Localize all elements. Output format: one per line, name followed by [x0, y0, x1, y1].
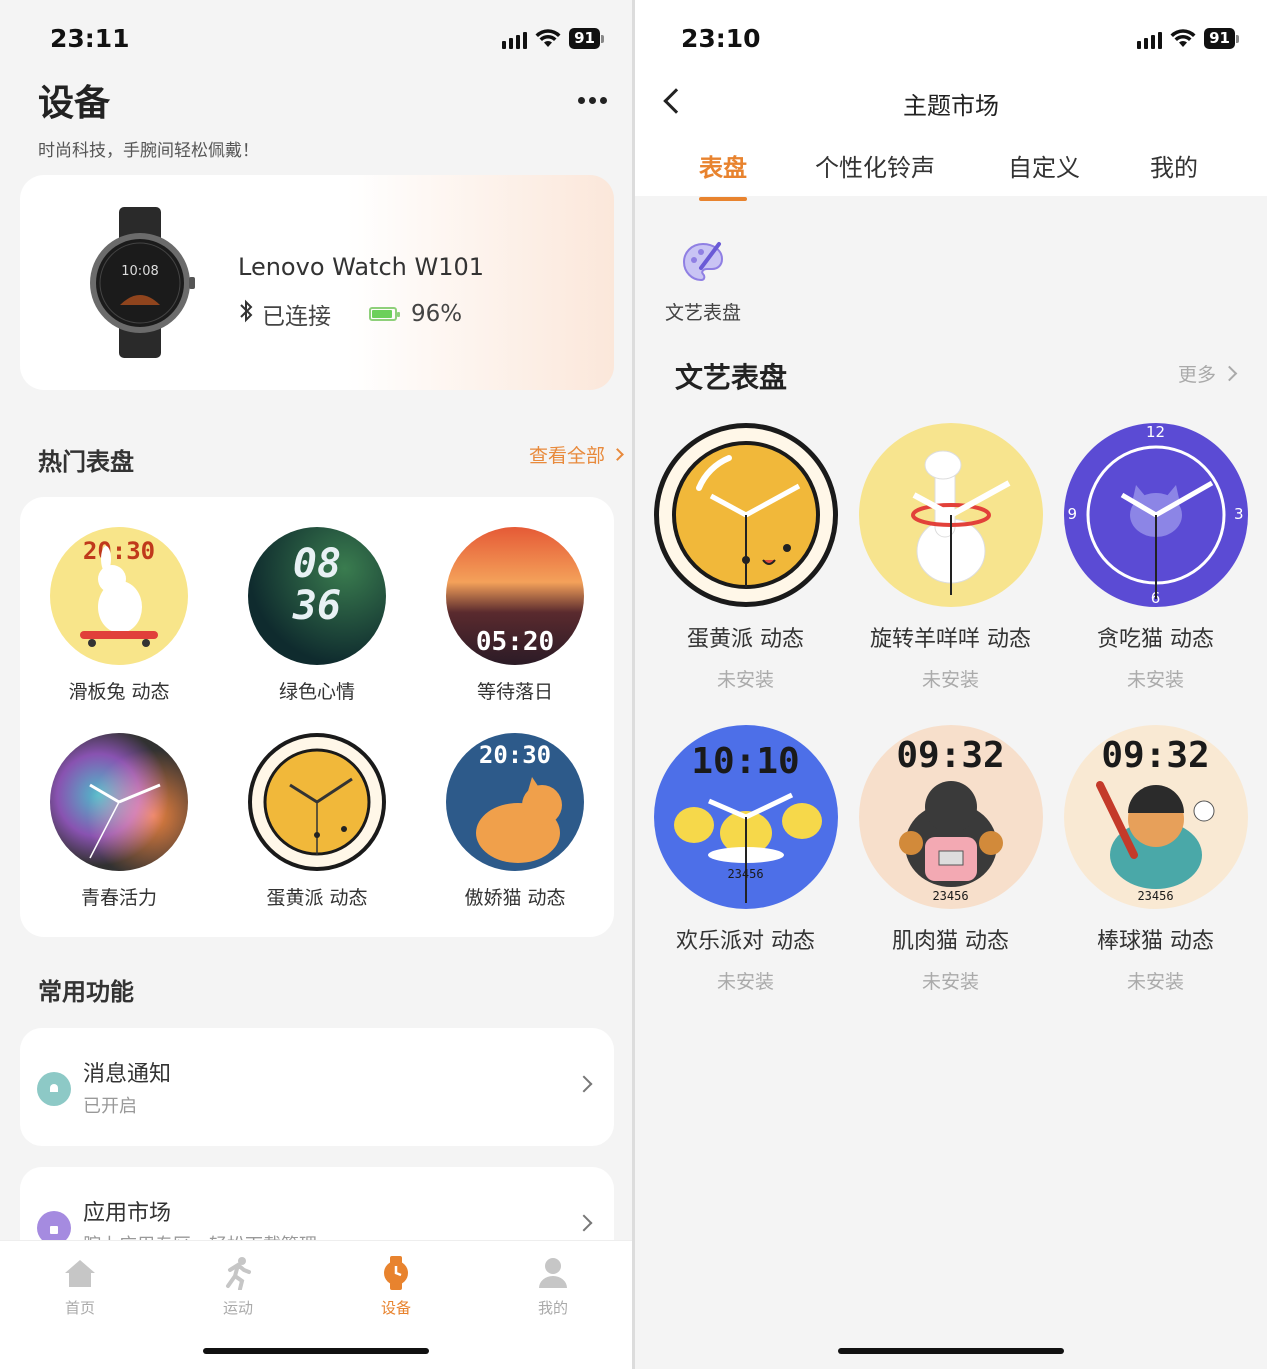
cellular-signal-icon: [1137, 29, 1163, 49]
status-time: 23:10: [681, 24, 761, 53]
palette-brush-icon: [682, 242, 724, 282]
notification-settings-row[interactable]: 消息通知 已开启: [20, 1028, 614, 1146]
page-title: 设备: [38, 83, 111, 124]
view-all-link[interactable]: 查看全部: [529, 441, 624, 468]
device-card[interactable]: 10:08 Lenovo Watch W101 已连接 96%: [20, 175, 614, 390]
watch-image: 10:08: [90, 207, 195, 358]
device-name: Lenovo Watch W101: [238, 253, 485, 281]
hot-face-item[interactable]: 青春活力: [29, 733, 209, 910]
home-icon: [30, 1253, 130, 1293]
run-icon: [188, 1253, 288, 1293]
home-indicator: [838, 1348, 1064, 1354]
watch-face-item[interactable]: 09:32 23456 棒球猫 动态 未安装: [1053, 725, 1258, 994]
status-bar: 23:11 91: [0, 22, 632, 58]
device-screen: 23:11 91 设备 时尚科技，手腕间轻松佩戴！ 10:08 Lenovo W…: [0, 0, 632, 1369]
face-green-mood: 08 36: [248, 527, 386, 665]
face-spinning-alpaca: [858, 423, 1043, 607]
bluetooth-icon: [238, 299, 254, 329]
face-youth-vitality: [50, 733, 188, 871]
chevron-right-icon: [611, 448, 624, 461]
watch-face-item[interactable]: 09:32 23456 肌肉猫 动态 未安装: [848, 725, 1053, 994]
device-battery: 96%: [411, 301, 463, 327]
watch-face-item[interactable]: 旋转羊咩咩 动态 未安装: [848, 423, 1053, 692]
watch-face-item[interactable]: 12 6 9 3 贪吃猫 动态 未安装: [1053, 423, 1258, 692]
hot-faces-heading: 热门表盘: [38, 448, 134, 476]
tab-watch-faces[interactable]: 表盘: [699, 148, 747, 201]
common-functions-heading: 常用功能: [38, 978, 134, 1006]
user-icon: [503, 1253, 603, 1293]
page-subtitle: 时尚科技，手腕间轻松佩戴！: [38, 141, 259, 161]
theme-tabs: 表盘 个性化铃声 自定义 我的: [635, 148, 1267, 201]
more-link[interactable]: 更多: [1178, 360, 1238, 387]
theme-market-screen: 23:10 91 主题市场 表盘 个性化铃声 自定义 我的 文艺表盘 文艺表盘 …: [635, 0, 1267, 1369]
chevron-right-icon: [1221, 365, 1238, 382]
face-baseball-cat: 09:32 23456: [1063, 725, 1248, 909]
page-title: 主题市场: [903, 92, 999, 120]
bottom-tab-bar: 首页 运动 设备 我的: [0, 1240, 632, 1369]
section-title: 文艺表盘: [675, 361, 788, 394]
tab-profile[interactable]: 我的: [503, 1253, 603, 1318]
hot-face-item[interactable]: 20:30 滑板兔 动态: [29, 527, 209, 704]
tab-mine[interactable]: 我的: [1150, 148, 1198, 183]
hot-face-item[interactable]: 20:30 傲娇猫 动态: [425, 733, 605, 910]
tab-custom[interactable]: 自定义: [1008, 148, 1080, 183]
face-skateboard-rabbit: 20:30: [50, 527, 188, 665]
face-proud-cat: 20:30: [446, 733, 584, 871]
hot-face-item[interactable]: 蛋黄派 动态: [227, 733, 407, 910]
tab-sport[interactable]: 运动: [188, 1253, 288, 1318]
tab-ringtones[interactable]: 个性化铃声: [815, 148, 935, 183]
tab-device[interactable]: 设备: [346, 1253, 446, 1318]
battery-icon: [369, 307, 400, 321]
device-status: 已连接 96%: [238, 297, 462, 331]
notification-icon: [37, 1072, 71, 1106]
face-sunset: 05:20: [446, 527, 584, 665]
watch-face-item[interactable]: 10:10 23456 欢乐派对 动态 未安装: [643, 725, 848, 994]
theme-market-header: 23:10 91 主题市场 表盘 个性化铃声 自定义 我的: [635, 0, 1267, 201]
hot-faces-card: 20:30 滑板兔 动态 08 36 绿色心情 05:20 等待落日 青春活力: [20, 497, 614, 937]
home-indicator: [203, 1348, 429, 1354]
face-happy-party: 10:10 23456: [653, 725, 838, 909]
face-muscle-cat: 09:32 23456: [858, 725, 1043, 909]
chevron-right-icon: [575, 1075, 593, 1093]
status-time: 23:11: [50, 24, 130, 53]
watch-icon: [346, 1253, 446, 1293]
face-egg-yolk-pie: [248, 733, 386, 871]
wifi-icon: [535, 28, 561, 47]
tab-home[interactable]: 首页: [30, 1253, 130, 1318]
more-options-icon[interactable]: [578, 97, 607, 104]
battery-indicator: 91: [569, 28, 604, 49]
cellular-signal-icon: [502, 29, 528, 49]
connection-status: 已连接: [262, 304, 331, 330]
status-bar: 23:10 91: [635, 22, 1267, 58]
svg-text:10:08: 10:08: [121, 264, 158, 279]
chevron-right-icon: [575, 1214, 593, 1232]
face-greedy-cat: 12 6 9 3: [1063, 423, 1248, 607]
face-egg-yolk-pie: [653, 423, 838, 607]
hot-face-item[interactable]: 05:20 等待落日: [425, 527, 605, 704]
category-artistic-faces[interactable]: 文艺表盘: [663, 238, 743, 325]
watch-face-item[interactable]: 蛋黄派 动态 未安装: [643, 423, 848, 692]
battery-indicator: 91: [1204, 28, 1239, 49]
wifi-icon: [1170, 28, 1196, 47]
hot-face-item[interactable]: 08 36 绿色心情: [227, 527, 407, 704]
